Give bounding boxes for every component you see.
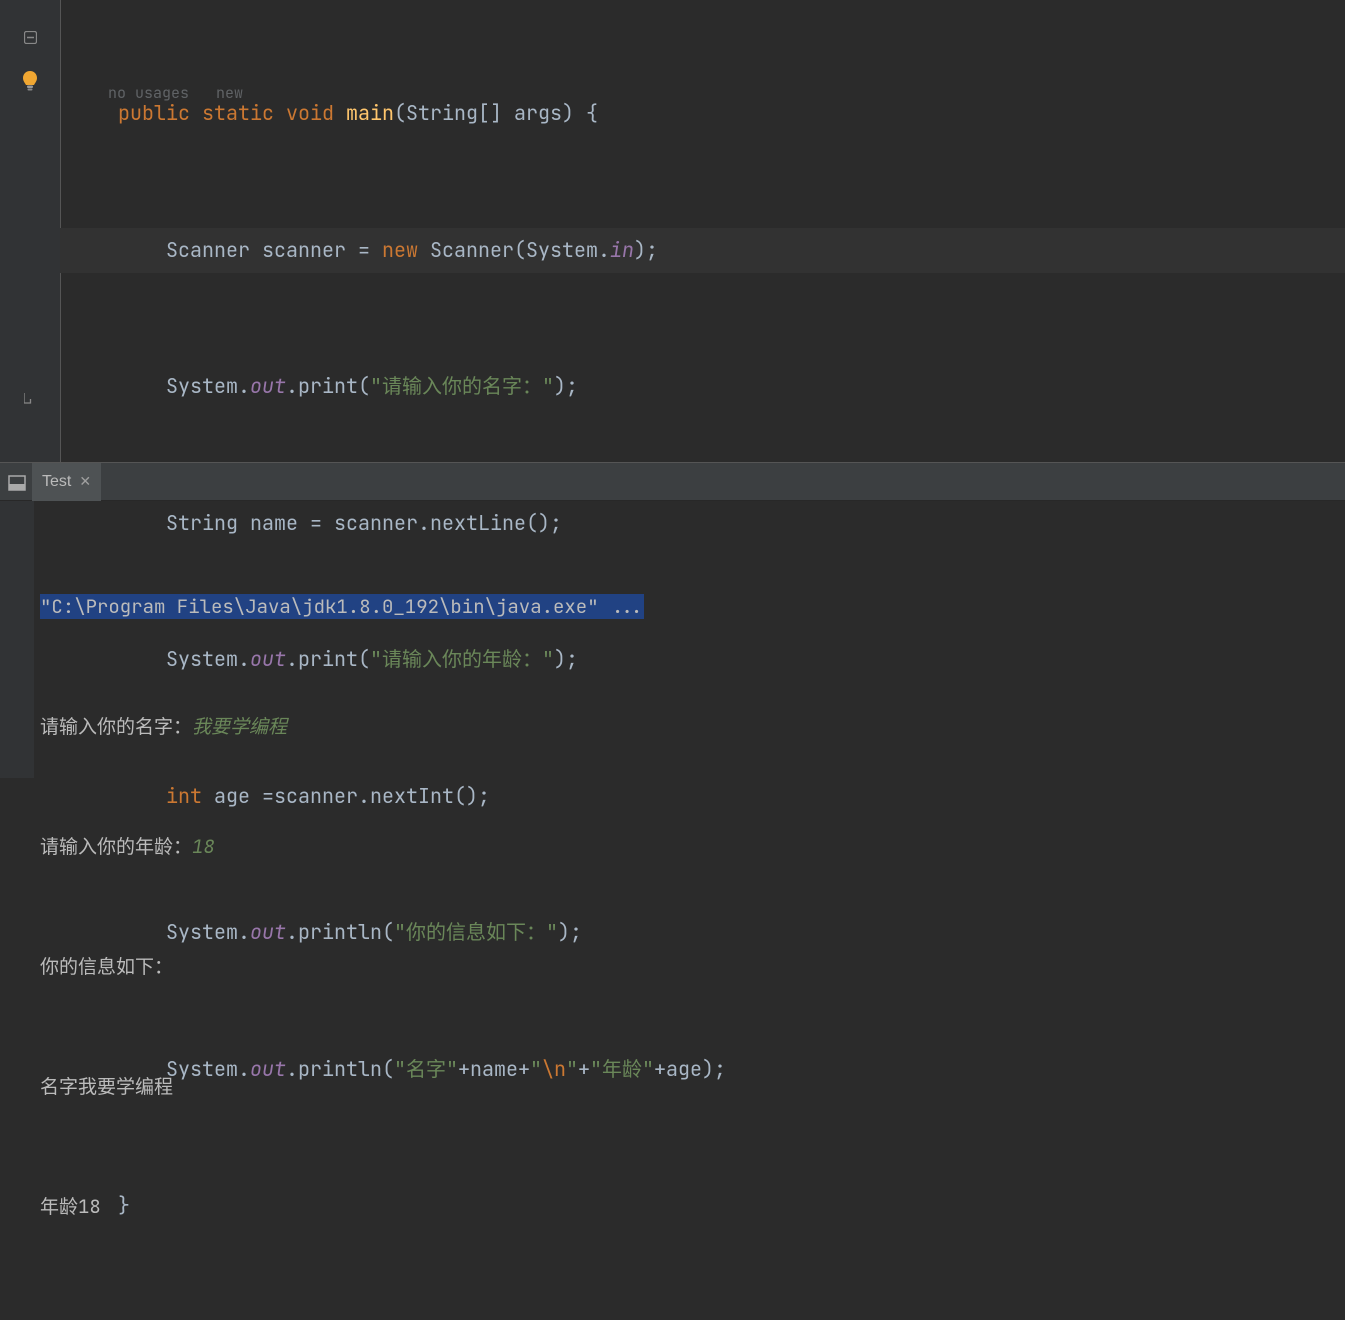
code-line[interactable]: no usages new public static void main(St… (60, 91, 1345, 137)
code-editor[interactable]: no usages new public static void main(St… (0, 0, 1345, 462)
code-line-current[interactable]: Scanner scanner = new Scanner(System.in)… (60, 228, 1345, 274)
fold-end-icon[interactable] (23, 392, 37, 406)
code-content[interactable]: no usages new public static void main(St… (60, 0, 1345, 462)
console-gutter (0, 501, 34, 778)
usage-hint: no usages new (108, 71, 243, 117)
console-line: 请输入你的年龄：18 (40, 827, 1339, 867)
layout-icon[interactable] (8, 474, 26, 490)
code-line[interactable]: String name = scanner.nextLine(); (60, 501, 1345, 547)
editor-gutter (0, 0, 60, 462)
code-line[interactable]: int age =scanner.nextInt(); (60, 774, 1345, 820)
fold-minus-icon[interactable] (23, 30, 37, 44)
code-line[interactable]: System.out.println("名字"+name+"\n"+"年龄"+a… (60, 1047, 1345, 1093)
code-line[interactable]: System.out.print("请输入你的名字："); (60, 364, 1345, 410)
code-line[interactable]: } (60, 1183, 1345, 1229)
code-line[interactable]: System.out.print("请输入你的年龄："); (60, 637, 1345, 683)
lightbulb-icon[interactable] (21, 75, 39, 98)
code-line[interactable]: System.out.println("你的信息如下："); (60, 910, 1345, 956)
